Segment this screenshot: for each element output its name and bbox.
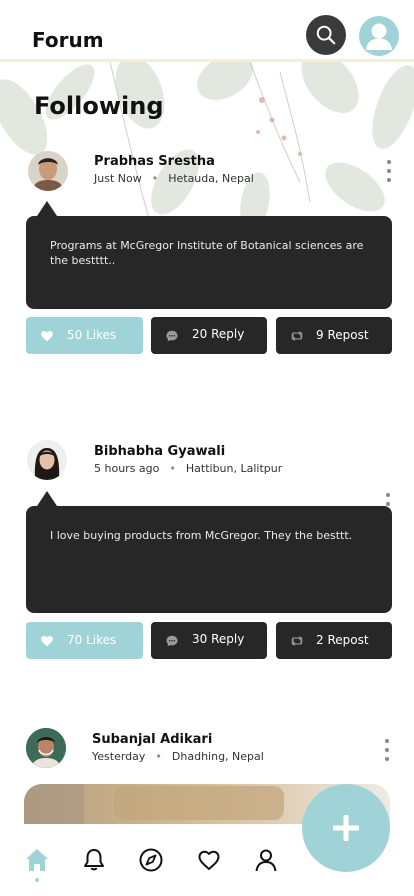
- post-author[interactable]: Subanjal Adikari: [92, 732, 212, 747]
- post-author[interactable]: Bibhabha Gyawali: [94, 444, 225, 459]
- nav-explore[interactable]: [137, 846, 165, 874]
- reply-button[interactable]: 20 Reply: [151, 317, 267, 354]
- post-time: Just Now: [94, 172, 142, 185]
- app-title: Forum: [32, 28, 104, 52]
- post-location: Dhadhing, Nepal: [171, 750, 264, 763]
- reply-count: 20 Reply: [192, 327, 245, 341]
- separator-dot: •: [151, 172, 159, 185]
- nav-notifications[interactable]: [80, 846, 108, 874]
- active-indicator: [35, 878, 39, 882]
- search-button[interactable]: [306, 15, 346, 55]
- post-text: I love buying products from McGregor. Th…: [50, 529, 353, 542]
- bell-icon: [84, 849, 104, 871]
- repost-icon: [291, 330, 303, 342]
- post-more-menu[interactable]: [381, 739, 393, 761]
- post-more-menu[interactable]: [383, 160, 395, 182]
- avatar-photo: [27, 440, 67, 480]
- avatar-photo: [28, 151, 68, 191]
- user-icon: [255, 849, 277, 872]
- avatar[interactable]: [28, 151, 68, 191]
- post-time: Yesterday: [92, 750, 146, 763]
- like-button[interactable]: 70 Likes: [26, 622, 143, 659]
- like-button[interactable]: 50 Likes: [26, 317, 143, 354]
- post-location: Hetauda, Nepal: [168, 172, 254, 185]
- post-meta: Yesterday • Dhadhing, Nepal: [92, 750, 264, 763]
- botanical-background-image: [0, 62, 414, 232]
- post-meta: 5 hours ago • Hattibun, Lalitpur: [94, 462, 282, 475]
- like-count: 50 Likes: [67, 328, 117, 342]
- repost-button[interactable]: 2 Repost: [276, 622, 392, 659]
- reply-button[interactable]: 30 Reply: [151, 622, 267, 659]
- avatar[interactable]: [27, 440, 67, 480]
- chat-bubble-icon: [166, 635, 178, 647]
- repost-button[interactable]: 9 Repost: [276, 317, 392, 354]
- post-bubble: Programs at McGregor Institute of Botani…: [26, 216, 392, 309]
- post-bubble: I love buying products from McGregor. Th…: [26, 506, 392, 613]
- bubble-tail: [37, 201, 57, 216]
- nav-favorites[interactable]: [195, 846, 223, 874]
- heart-icon: [41, 331, 53, 342]
- repost-icon: [291, 635, 303, 647]
- post-location: Hattibun, Lalitpur: [185, 462, 283, 475]
- user-avatar-icon: [366, 23, 392, 50]
- post-text: Programs at McGregor Institute of Botani…: [50, 239, 364, 267]
- app-header: Forum: [0, 0, 414, 62]
- profile-button[interactable]: [359, 16, 399, 56]
- repost-count: 2 Repost: [316, 633, 369, 647]
- nav-home[interactable]: [23, 846, 51, 874]
- post-meta: Just Now • Hetauda, Nepal: [94, 172, 254, 185]
- nav-profile[interactable]: [252, 846, 280, 874]
- compass-icon: [139, 848, 163, 872]
- plus-icon: [333, 815, 359, 841]
- heart-icon: [198, 850, 220, 870]
- avatar-photo: [26, 728, 66, 768]
- separator-dot: •: [155, 750, 162, 763]
- repost-count: 9 Repost: [316, 328, 369, 342]
- separator-dot: •: [169, 462, 176, 475]
- bubble-tail: [37, 491, 57, 506]
- section-title: Following: [34, 92, 164, 120]
- avatar[interactable]: [26, 728, 66, 768]
- post-author[interactable]: Prabhas Srestha: [94, 154, 215, 169]
- like-count: 70 Likes: [67, 633, 117, 647]
- search-icon: [316, 25, 336, 45]
- reply-count: 30 Reply: [192, 632, 245, 646]
- heart-icon: [41, 636, 53, 647]
- new-post-button[interactable]: [302, 784, 390, 872]
- chat-bubble-icon: [166, 330, 178, 342]
- home-icon: [26, 849, 48, 871]
- post-time: 5 hours ago: [94, 462, 160, 475]
